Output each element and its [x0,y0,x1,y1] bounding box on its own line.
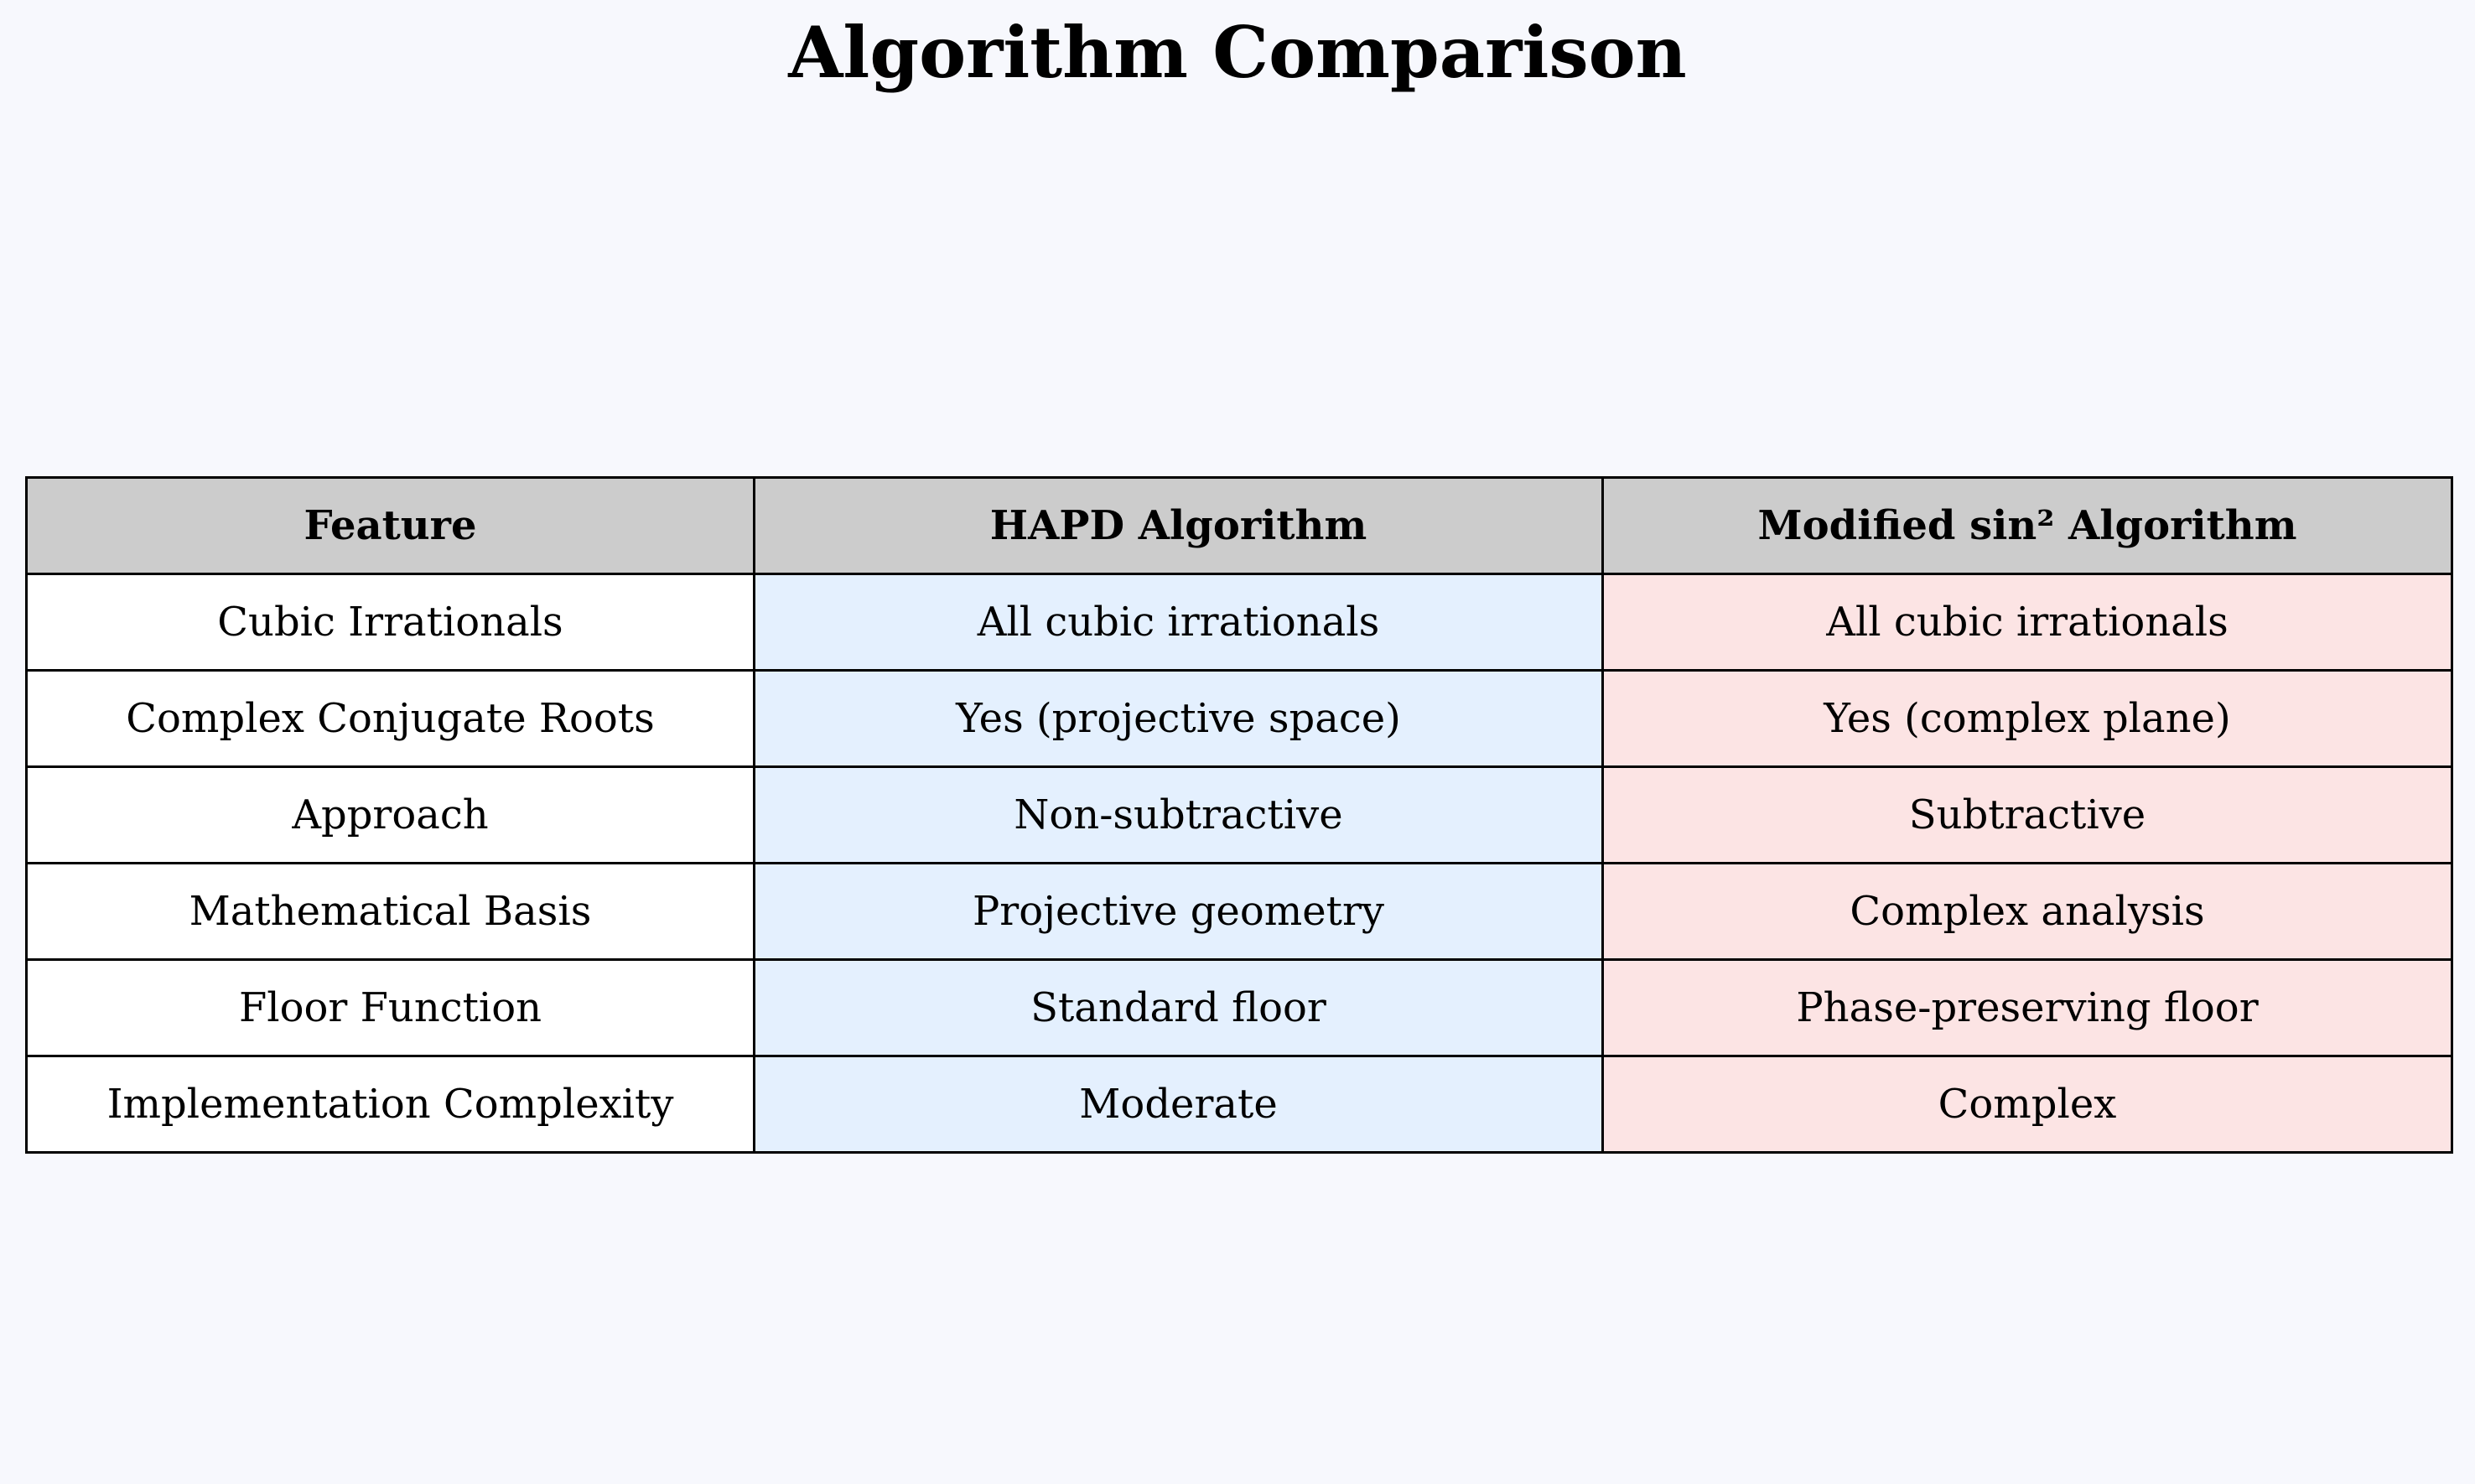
table-row: Approach Non-subtractive Subtractive [25,765,2453,864]
sin2-cell: Complex [1601,1055,2453,1154]
feature-cell: Complex Conjugate Roots [25,669,755,768]
comparison-table: Feature HAPD Algorithm Modified sin² Alg… [25,476,2453,1154]
table-header-row: Feature HAPD Algorithm Modified sin² Alg… [25,476,2453,575]
header-hapd-algorithm: HAPD Algorithm [753,476,1604,575]
sin2-cell: All cubic irrationals [1601,573,2453,672]
hapd-cell: All cubic irrationals [753,573,1604,672]
feature-cell: Floor Function [25,958,755,1057]
table-row: Complex Conjugate Roots Yes (projective … [25,669,2453,768]
table-row: Floor Function Standard floor Phase-pres… [25,958,2453,1057]
header-modified-sin2-algorithm: Modified sin² Algorithm [1601,476,2453,575]
table-row: Mathematical Basis Projective geometry C… [25,862,2453,961]
header-feature: Feature [25,476,755,575]
sin2-cell: Complex analysis [1601,862,2453,961]
feature-cell: Approach [25,765,755,864]
sin2-cell: Subtractive [1601,765,2453,864]
hapd-cell: Non-subtractive [753,765,1604,864]
table-row: Cubic Irrationals All cubic irrationals … [25,573,2453,672]
hapd-cell: Standard floor [753,958,1604,1057]
feature-cell: Cubic Irrationals [25,573,755,672]
hapd-cell: Moderate [753,1055,1604,1154]
sin2-cell: Yes (complex plane) [1601,669,2453,768]
chart-title: Algorithm Comparison [788,11,1687,94]
table-row: Implementation Complexity Moderate Compl… [25,1055,2453,1154]
feature-cell: Mathematical Basis [25,862,755,961]
hapd-cell: Yes (projective space) [753,669,1604,768]
sin2-cell: Phase-preserving floor [1601,958,2453,1057]
feature-cell: Implementation Complexity [25,1055,755,1154]
hapd-cell: Projective geometry [753,862,1604,961]
